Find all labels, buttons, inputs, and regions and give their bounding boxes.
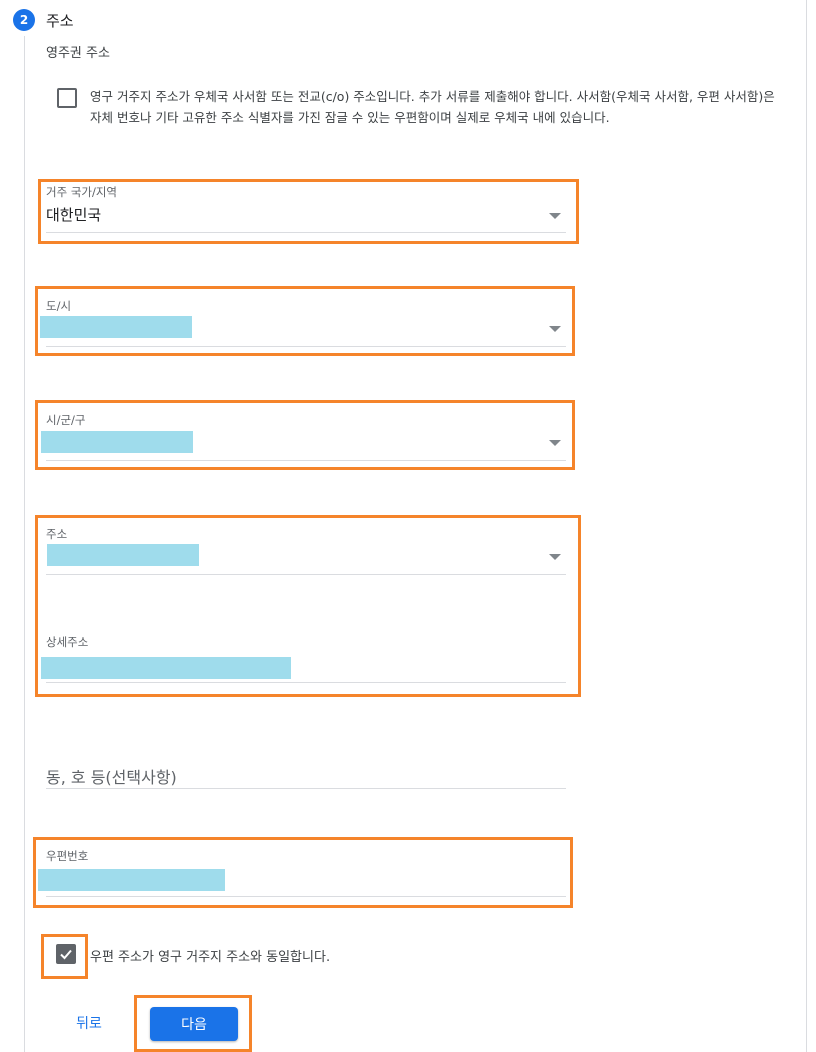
city-dropdown-icon[interactable] — [549, 440, 561, 446]
postal-input[interactable] — [38, 869, 225, 891]
city-select[interactable] — [41, 431, 193, 453]
optional-address-underline — [46, 788, 566, 789]
next-button[interactable]: 다음 — [150, 1007, 238, 1041]
country-label: 거주 국가/지역 — [46, 185, 118, 199]
step-number-badge: 2 — [13, 9, 35, 31]
back-button[interactable]: 뒤로 — [62, 1008, 116, 1038]
province-underline — [46, 346, 566, 347]
highlight-country — [38, 179, 579, 244]
detail-address-label: 상세주소 — [46, 635, 89, 649]
detail-address-input[interactable] — [41, 657, 291, 679]
province-dropdown-icon[interactable] — [549, 326, 561, 332]
postal-label: 우편번호 — [46, 849, 89, 863]
po-box-checkbox-label: 영구 거주지 주소가 우체국 사서함 또는 전교(c/o) 주소입니다. 추가 … — [90, 89, 775, 125]
optional-address-input[interactable]: 동, 호 등(선택사항) — [46, 764, 177, 788]
step-connector-line — [24, 36, 25, 1052]
city-label: 시/군/구 — [46, 413, 86, 427]
detail-address-underline — [46, 682, 566, 683]
same-address-label: 우편 주소가 영구 거주지 주소와 동일합니다. — [90, 950, 331, 965]
address-label: 주소 — [46, 527, 68, 541]
po-box-checkbox[interactable] — [57, 88, 77, 108]
section-label: 영주권 주소 — [46, 46, 110, 61]
check-icon — [60, 949, 72, 960]
address-underline — [46, 574, 566, 575]
country-select[interactable]: 대한민국 — [46, 204, 101, 225]
country-underline — [46, 232, 566, 233]
step-title: 주소 — [46, 12, 74, 30]
country-dropdown-icon[interactable] — [549, 213, 561, 219]
postal-underline — [46, 896, 566, 897]
province-label: 도/시 — [46, 299, 72, 313]
address-select[interactable] — [47, 544, 199, 566]
city-underline — [46, 460, 566, 461]
same-address-checkbox[interactable] — [56, 944, 76, 964]
province-select[interactable] — [40, 316, 192, 338]
address-dropdown-icon[interactable] — [549, 554, 561, 560]
right-divider — [806, 0, 807, 1052]
